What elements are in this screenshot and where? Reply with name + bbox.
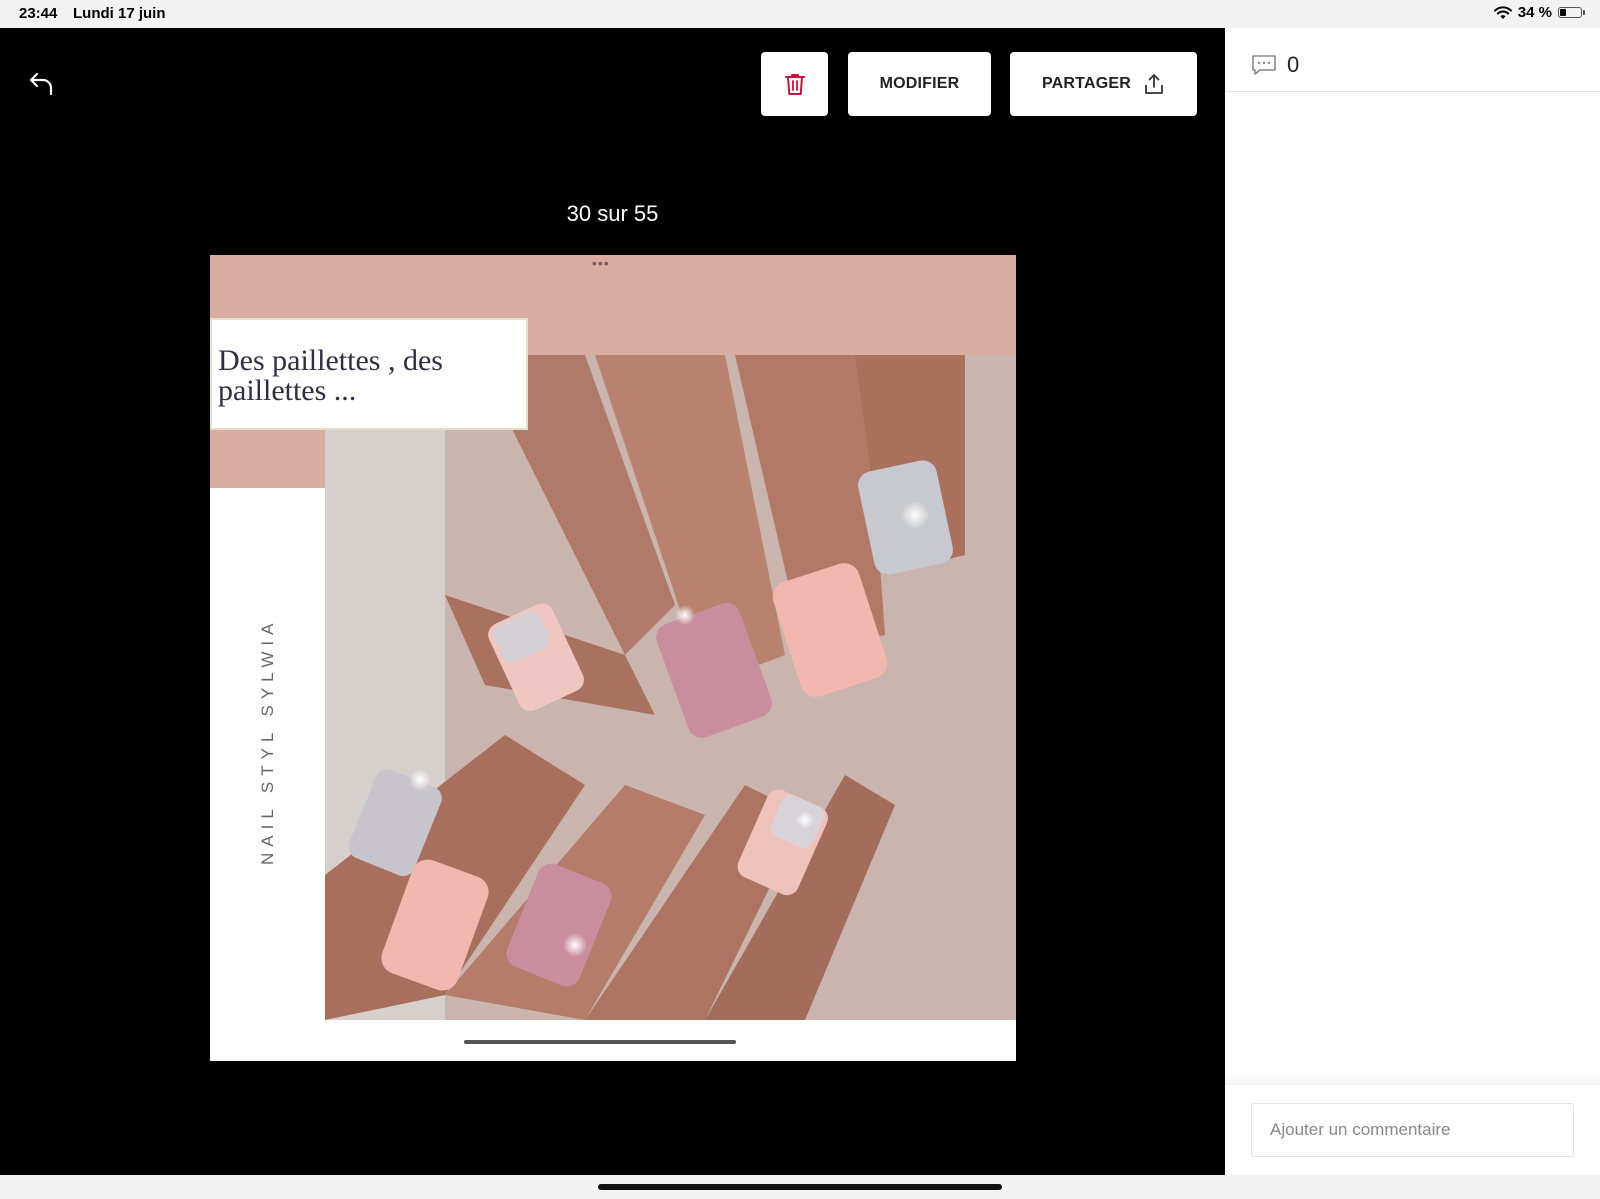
photo-brand-text: NAIL STYL SYLWIA (258, 617, 277, 865)
back-button[interactable] (26, 68, 58, 100)
photo-viewer: MODIFIER PARTAGER 30 sur 55 Des paillett… (0, 28, 1225, 1175)
edit-button[interactable]: MODIFIER (848, 52, 991, 116)
status-date: Lundi 17 juin (73, 5, 166, 22)
hands-illustration (325, 355, 1016, 1020)
photo-image[interactable]: Des paillettes , des paillettes ... NAIL… (210, 255, 1016, 1061)
photo-scroll-indicator (464, 1040, 736, 1044)
trash-icon (784, 74, 805, 95)
share-button-label: PARTAGER (1041, 75, 1131, 92)
status-bar: 23:44 Lundi 17 juin 34 % (0, 0, 1600, 28)
comments-header: 0 (1225, 28, 1600, 92)
comments-panel: 0 (1225, 28, 1600, 1175)
comments-count: 0 (1287, 52, 1300, 77)
battery-icon (1558, 7, 1585, 18)
photo-title-card: Des paillettes , des paillettes ... (210, 318, 528, 430)
status-right: 34 % (1493, 4, 1585, 21)
home-indicator[interactable] (598, 1184, 1002, 1190)
nails-photo (325, 355, 1016, 1020)
back-arrow-icon (29, 72, 53, 96)
battery-percent: 34 % (1517, 4, 1552, 21)
wifi-icon (1493, 5, 1512, 19)
comment-bubble-icon (1252, 55, 1276, 75)
edit-button-label: MODIFIER (879, 75, 960, 92)
delete-button[interactable] (761, 52, 828, 116)
photo-counter: 30 sur 55 (566, 201, 659, 226)
share-upload-icon (1145, 74, 1163, 94)
comment-input[interactable] (1251, 1103, 1574, 1157)
comments-divider (1225, 1073, 1600, 1085)
photo-menu-dots: ••• (592, 255, 610, 271)
share-button[interactable]: PARTAGER (1010, 52, 1197, 116)
home-indicator-area (0, 1175, 1600, 1199)
status-time: 23:44 (19, 5, 58, 22)
